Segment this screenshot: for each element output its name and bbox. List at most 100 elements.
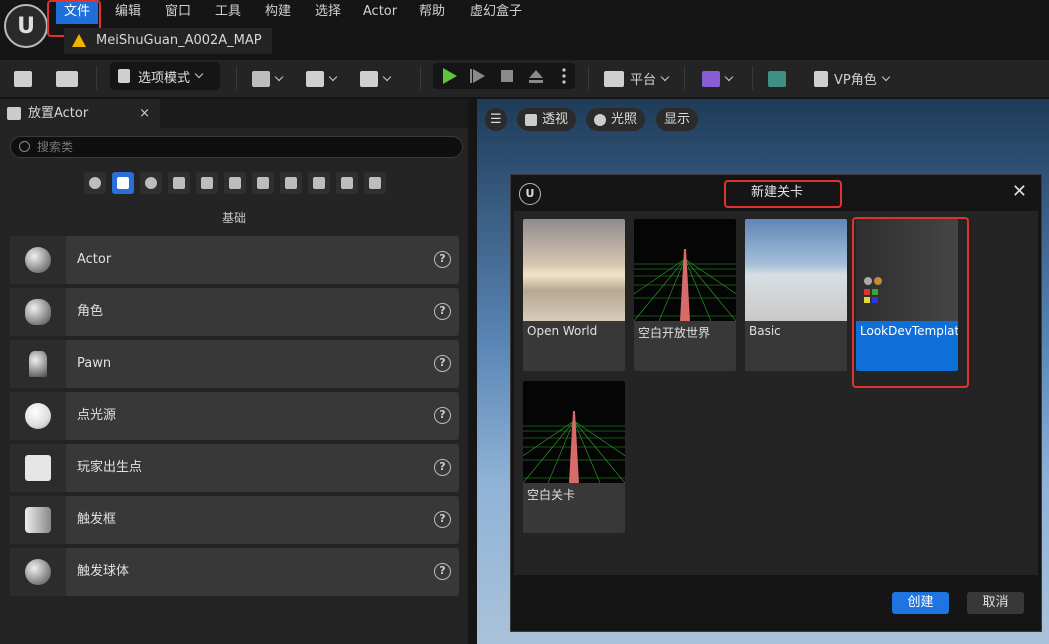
more-dot xyxy=(562,74,566,78)
list-item-pawn[interactable]: Pawn ? xyxy=(10,340,459,388)
filter-all-classes[interactable] xyxy=(336,172,358,194)
filter-effects[interactable] xyxy=(280,172,302,194)
help-icon[interactable]: ? xyxy=(434,459,451,476)
show-button[interactable]: 显示 xyxy=(656,108,699,131)
filter-shapes[interactable] xyxy=(308,172,330,194)
template-lookdev[interactable]: LookDevTemplate xyxy=(856,219,958,371)
chevron-down-icon xyxy=(328,72,338,81)
template-empty-open-world[interactable]: 空白开放世界 xyxy=(634,219,736,371)
list-item-point-light[interactable]: 点光源 ? xyxy=(10,392,459,440)
color-chart-icon xyxy=(872,289,878,295)
list-item-trigger-sphere[interactable]: 触发球体 ? xyxy=(10,548,459,596)
folder-search-icon xyxy=(56,70,78,87)
chevron-down-icon xyxy=(660,72,670,81)
template-open-world[interactable]: Open World xyxy=(523,219,625,371)
vp-role-button[interactable]: VP角色 xyxy=(814,65,890,92)
search-input[interactable]: 搜索类 xyxy=(10,136,463,158)
cube-icon xyxy=(525,113,537,126)
add-actor-button[interactable] xyxy=(252,65,284,92)
play-icon[interactable] xyxy=(443,68,457,84)
list-item-player-start[interactable]: 玩家出生点 ? xyxy=(10,444,459,492)
actor-thumbnail xyxy=(10,236,66,284)
help-icon[interactable]: ? xyxy=(434,251,451,268)
toolbar-divider xyxy=(684,66,685,90)
browse-button[interactable] xyxy=(56,65,78,92)
perspective-label: 透视 xyxy=(542,112,569,127)
chevron-down-icon xyxy=(194,69,204,79)
filter-basic[interactable] xyxy=(112,172,134,194)
list-item-label: 触发球体 xyxy=(77,564,130,579)
toolbar-divider xyxy=(236,66,237,90)
perspective-button[interactable]: 透视 xyxy=(517,108,577,131)
filter-lights[interactable] xyxy=(140,172,162,194)
place-actor-body: 搜索类 基础 Actor ? 角色 ? Pawn ? 点光源 ? 玩家出生点 ?… xyxy=(0,128,468,644)
cube-icon xyxy=(201,177,213,189)
menu-edit[interactable]: 编辑 xyxy=(108,0,148,24)
save-button[interactable] xyxy=(14,65,32,92)
menu-build[interactable]: 构建 xyxy=(258,0,298,24)
cancel-button[interactable]: 取消 xyxy=(967,592,1024,614)
help-icon[interactable]: ? xyxy=(434,511,451,528)
place-actor-tab[interactable]: 放置Actor × xyxy=(0,99,160,128)
shapes-icon xyxy=(313,177,325,189)
filter-geometry[interactable] xyxy=(224,172,246,194)
filter-recent[interactable] xyxy=(84,172,106,194)
template-basic[interactable]: Basic xyxy=(745,219,847,371)
landscape-button[interactable] xyxy=(768,65,786,92)
show-label: 显示 xyxy=(664,112,691,127)
menu-help[interactable]: 帮助 xyxy=(412,0,452,24)
viewport-menu-button[interactable]: ☰ xyxy=(485,108,507,131)
list-item-label: 玩家出生点 xyxy=(77,460,143,475)
toolbar-divider xyxy=(96,66,97,90)
help-icon[interactable]: ? xyxy=(434,407,451,424)
filter-volumes[interactable] xyxy=(252,172,274,194)
menu-actor[interactable]: Actor xyxy=(358,0,402,24)
unreal-logo-icon[interactable]: U xyxy=(4,4,48,48)
template-grid: Open World 空白开放世界 Basic LookDevTemplate … xyxy=(514,211,1038,575)
place-actor-tab-label: 放置Actor xyxy=(28,106,89,121)
dialog-footer: 创建 取消 xyxy=(511,575,1043,633)
eject-icon[interactable] xyxy=(529,70,543,78)
list-item-label: 触发框 xyxy=(77,512,117,527)
landscape-icon xyxy=(768,70,786,87)
list-item-trigger-box[interactable]: 触发框 ? xyxy=(10,496,459,544)
toolbar-divider xyxy=(420,66,421,90)
menu-file[interactable]: 文件 xyxy=(56,0,98,24)
platform-button[interactable]: 平台 xyxy=(604,65,670,92)
lighting-button[interactable]: 光照 xyxy=(586,108,646,131)
help-icon[interactable]: ? xyxy=(434,355,451,372)
create-button[interactable]: 创建 xyxy=(892,592,949,614)
help-icon[interactable]: ? xyxy=(434,303,451,320)
play-controls-icons xyxy=(443,68,566,84)
filter-visual-effects[interactable] xyxy=(196,172,218,194)
trigger-box-thumbnail xyxy=(10,496,66,544)
filter-cinematic[interactable] xyxy=(168,172,190,194)
lightbulb-icon xyxy=(145,177,157,189)
list-item-character[interactable]: 角色 ? xyxy=(10,288,459,336)
close-icon[interactable]: ✕ xyxy=(1012,181,1027,202)
stop-icon[interactable] xyxy=(501,70,513,82)
mode-select-label: 选项模式 xyxy=(138,70,191,86)
blueprint-button[interactable] xyxy=(306,65,338,92)
menu-window[interactable]: 窗口 xyxy=(158,0,198,24)
close-icon[interactable]: × xyxy=(139,99,150,128)
menu-tools[interactable]: 工具 xyxy=(208,0,248,24)
chevron-down-icon xyxy=(724,72,734,81)
menu-select[interactable]: 选择 xyxy=(308,0,348,24)
mode-select[interactable]: 选项模式 xyxy=(110,62,220,90)
menu-unreal-box[interactable]: 虚幻盒子 xyxy=(462,0,530,24)
plugin-button[interactable] xyxy=(702,65,734,92)
more-options-icon[interactable] xyxy=(562,68,566,72)
pawn-icon xyxy=(29,351,47,377)
clock-icon xyxy=(89,177,101,189)
platform-label: 平台 xyxy=(630,73,657,88)
list-item-label: 点光源 xyxy=(77,408,117,423)
template-empty-level[interactable]: 空白关卡 xyxy=(523,381,625,533)
advance-frame-icon[interactable] xyxy=(473,69,485,83)
document-tab[interactable]: MeiShuGuan_A002A_MAP xyxy=(64,28,272,54)
cinematics-button[interactable] xyxy=(360,65,392,92)
help-icon[interactable]: ? xyxy=(434,563,451,580)
filter-layers[interactable] xyxy=(364,172,386,194)
add-cube-icon xyxy=(252,70,270,87)
list-item-actor[interactable]: Actor ? xyxy=(10,236,459,284)
